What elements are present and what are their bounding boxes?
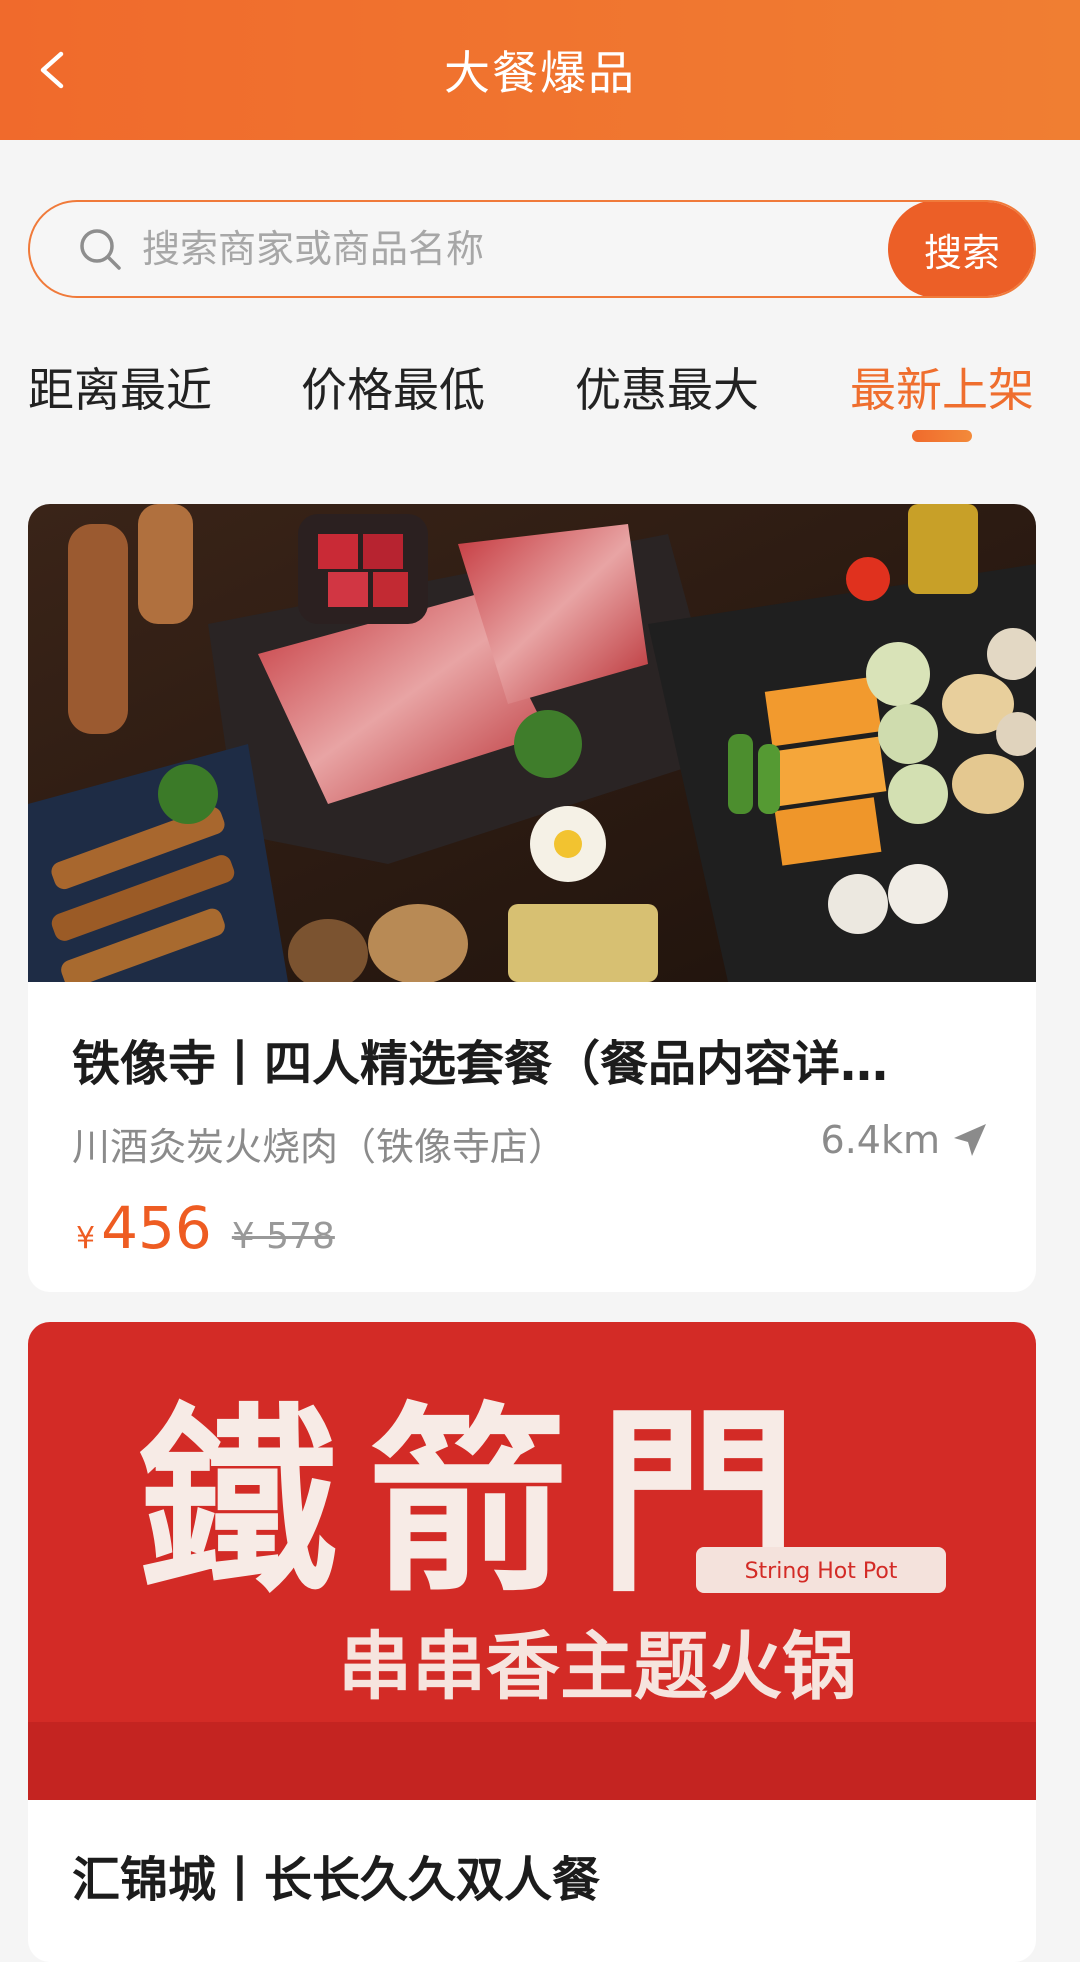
price-row: ¥ 456 ¥ 578 (76, 1194, 335, 1262)
tab-newest[interactable]: 最新上架 (850, 354, 1034, 420)
tab-biggest-discount[interactable]: 优惠最大 (575, 354, 759, 420)
page-title: 大餐爆品 (444, 46, 636, 100)
original-price: ¥ 578 (231, 1216, 335, 1257)
shop-name: 川酒灸炭火烧肉（铁像寺店） (72, 1125, 567, 1169)
product-title: 汇锦城丨长长久久双人餐 (72, 1852, 601, 1908)
product-card[interactable]: 铁像寺丨四人精选套餐（餐品内容详… 川酒灸炭火烧肉（铁像寺店） 6.4km ¥ … (28, 504, 1036, 1292)
tab-lowest-price[interactable]: 价格最低 (301, 354, 485, 420)
distance-text: 6.4km (820, 1118, 940, 1162)
chevron-left-icon (40, 51, 64, 89)
search-bar: 搜索 (28, 200, 1036, 298)
distance-info: 6.4km (821, 1118, 990, 1162)
product-card[interactable]: 鐵箭門 String Hot Pot 串串香主题火锅 汇锦城丨长长久久双人餐 (28, 1322, 1036, 1962)
product-title: 铁像寺丨四人精选套餐（餐品内容详… (72, 1036, 889, 1092)
tab-nearest[interactable]: 距离最近 (28, 354, 212, 420)
sort-tabs: 距离最近 价格最低 优惠最大 最新上架 (28, 340, 1036, 442)
active-tab-indicator (912, 430, 972, 442)
app-header: 大餐爆品 (0, 0, 1080, 140)
navigation-arrow-icon (954, 1124, 986, 1156)
price-currency: ¥ (76, 1221, 96, 1256)
bbq-platter-photo (28, 504, 1036, 982)
tiejianmen-logo-banner: 鐵箭門 String Hot Pot 串串香主题火锅 (28, 1322, 1036, 1800)
search-icon (80, 229, 121, 270)
logo-subtitle: 串串香主题火锅 (338, 1624, 856, 1710)
search-button[interactable]: 搜索 (888, 202, 1034, 296)
logo-tag: String Hot Pot (745, 1559, 898, 1584)
current-price: 456 (101, 1194, 212, 1262)
back-button[interactable] (18, 35, 88, 105)
